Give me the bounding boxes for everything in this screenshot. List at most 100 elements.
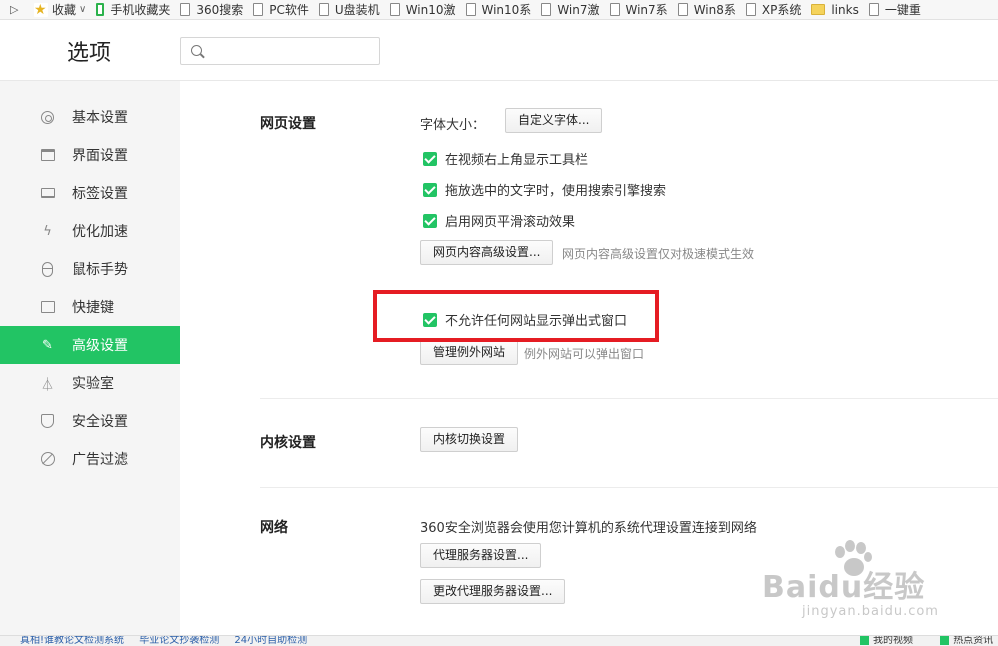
page-icon [677, 3, 688, 16]
section-divider [260, 487, 998, 488]
keyboard-icon [40, 300, 55, 315]
status-link[interactable]: 24小时自助检测 [234, 636, 307, 646]
sidebar-item-label: 快捷键 [72, 300, 114, 316]
advanced-content-button[interactable]: 网页内容高级设置... [420, 240, 554, 265]
options-header: 选项 [0, 20, 998, 81]
sidebar-item-shortcuts[interactable]: 快捷键 [0, 288, 180, 326]
sidebar-item-optimize[interactable]: ϟ 优化加速 [0, 212, 180, 250]
sidebar-item-basic[interactable]: 基本设置 [0, 98, 180, 136]
status-bar: 真相!谁教论文检测系统 毕业论文抄袭检测 24小时自助检测 我的视频 热点资讯 [0, 635, 998, 646]
section-title-webpage: 网页设置 [260, 116, 316, 132]
news-icon [940, 636, 950, 645]
bookmark-item[interactable]: 手机收藏夹 [96, 1, 170, 18]
sidebar-item-label: 高级设置 [72, 338, 128, 354]
checkbox-drag-search[interactable]: 拖放选中的文字时，使用搜索引擎搜索 [423, 180, 666, 199]
checkbox-video-toolbar[interactable]: 在视频右上角显示工具栏 [423, 149, 588, 168]
wrench-icon: ✎ [42, 337, 53, 353]
bookmark-item[interactable]: U盘装机 [318, 1, 380, 18]
sidebar-item-interface[interactable]: 界面设置 [0, 136, 180, 174]
sidebar-item-mouse-gestures[interactable]: 鼠标手势 [0, 250, 180, 288]
checkbox-label: 启用网页平滑滚动效果 [445, 215, 576, 230]
bookmark-favorites[interactable]: ★ 收藏 ∨ [34, 1, 86, 18]
bookmark-item[interactable]: PC软件 [253, 1, 309, 18]
page-title: 选项 [67, 41, 112, 66]
sidebar-item-label: 广告过滤 [72, 452, 128, 468]
window-icon [40, 148, 55, 163]
page-icon [389, 3, 400, 16]
star-icon: ★ [34, 1, 48, 18]
highlight-box [373, 290, 659, 342]
sidebar-item-label: 基本设置 [72, 110, 128, 126]
manage-exceptions-button[interactable]: 管理例外网站 [420, 340, 519, 365]
sidebar-item-label: 优化加速 [72, 224, 128, 240]
video-icon [860, 636, 869, 645]
sidebar-item-label: 界面设置 [72, 148, 128, 164]
lightning-icon: ϟ [43, 223, 52, 239]
status-link[interactable]: 毕业论文抄袭检测 [139, 636, 219, 646]
network-description: 360安全浏览器会使用您计算机的系统代理设置连接到网络 [420, 521, 757, 536]
search-box[interactable] [180, 37, 380, 65]
sidebar-item-label: 安全设置 [72, 414, 128, 430]
page-icon [180, 3, 191, 16]
manage-exceptions-hint: 例外网站可以弹出窗口 [524, 347, 645, 361]
block-icon [40, 452, 55, 467]
page-icon [465, 3, 476, 16]
page-icon [318, 3, 329, 16]
sidebar-item-label: 鼠标手势 [72, 262, 128, 278]
sidebar-item-adblock[interactable]: 广告过滤 [0, 440, 180, 478]
folder-icon [811, 4, 826, 15]
settings-panel: 网页设置 字体大小： 自定义字体... 在视频右上角显示工具栏 拖放选中的文字时… [180, 81, 998, 635]
kernel-switch-button[interactable]: 内核切换设置 [420, 427, 519, 452]
sidebar-item-label: 标签设置 [72, 186, 128, 202]
status-right: 我的视频 热点资讯 [860, 636, 998, 646]
checkbox-smooth-scroll[interactable]: 启用网页平滑滚动效果 [423, 211, 575, 230]
page-icon [868, 3, 879, 16]
page-icon [541, 3, 552, 16]
bookmark-item[interactable]: Win10系 [465, 1, 531, 18]
page-icon [253, 3, 264, 16]
search-input[interactable] [209, 41, 374, 61]
expand-icon[interactable]: ▷ [10, 3, 24, 16]
font-size-label: 字体大小： [420, 118, 486, 133]
phone-icon [96, 3, 105, 16]
flask-icon: ⏃ [40, 377, 54, 393]
section-title-network: 网络 [260, 520, 288, 536]
video-item[interactable]: 我的视频 [860, 636, 925, 646]
search-icon [191, 45, 202, 56]
bookmarks-bar: ▷ ★ 收藏 ∨ 手机收藏夹 360搜索 PC软件 U盘装机 Win10激 Wi… [0, 0, 998, 20]
change-proxy-button[interactable]: 更改代理服务器设置... [420, 579, 566, 604]
page-icon [609, 3, 620, 16]
bookmark-item[interactable]: 360搜索 [180, 1, 243, 18]
sidebar-item-lab[interactable]: ⏃ 实验室 [0, 364, 180, 402]
custom-font-button[interactable]: 自定义字体... [505, 108, 603, 133]
shield-icon [40, 414, 55, 429]
section-divider [260, 398, 998, 399]
checkbox-checked-icon[interactable] [423, 182, 437, 197]
page-icon [745, 3, 756, 16]
sidebar: 基本设置 界面设置 标签设置 ϟ 优化加速 鼠标手势 快捷键 ✎ 高级设置 ⏃ … [0, 81, 180, 635]
sidebar-item-advanced[interactable]: ✎ 高级设置 [0, 326, 180, 364]
bookmark-item[interactable]: XP系统 [745, 1, 801, 18]
sidebar-item-label: 实验室 [72, 376, 114, 392]
sidebar-item-security[interactable]: 安全设置 [0, 402, 180, 440]
bookmark-item[interactable]: 一键重 [868, 1, 921, 18]
mouse-icon [40, 261, 55, 277]
bookmark-item[interactable]: Win7系 [609, 1, 668, 18]
bookmark-folder-links[interactable]: links [811, 3, 859, 17]
bookmark-item[interactable]: Win10激 [389, 1, 456, 18]
gear-icon [40, 110, 55, 125]
chevron-down-icon: ∨ [79, 4, 87, 15]
checkbox-label: 在视频右上角显示工具栏 [445, 153, 589, 168]
news-item[interactable]: 热点资讯 [940, 636, 998, 646]
tab-icon [40, 186, 55, 201]
checkbox-checked-icon[interactable] [423, 213, 437, 228]
sidebar-item-tabs[interactable]: 标签设置 [0, 174, 180, 212]
bookmark-item[interactable]: Win8系 [677, 1, 736, 18]
status-link[interactable]: 真相!谁教论文检测系统 [20, 636, 124, 646]
advanced-content-hint: 网页内容高级设置仅对极速模式生效 [562, 247, 755, 261]
bookmark-item[interactable]: Win7激 [541, 1, 600, 18]
section-title-kernel: 内核设置 [260, 435, 316, 451]
checkbox-checked-icon[interactable] [423, 151, 437, 166]
checkbox-label: 拖放选中的文字时，使用搜索引擎搜索 [445, 184, 667, 199]
proxy-settings-button[interactable]: 代理服务器设置... [420, 543, 542, 568]
